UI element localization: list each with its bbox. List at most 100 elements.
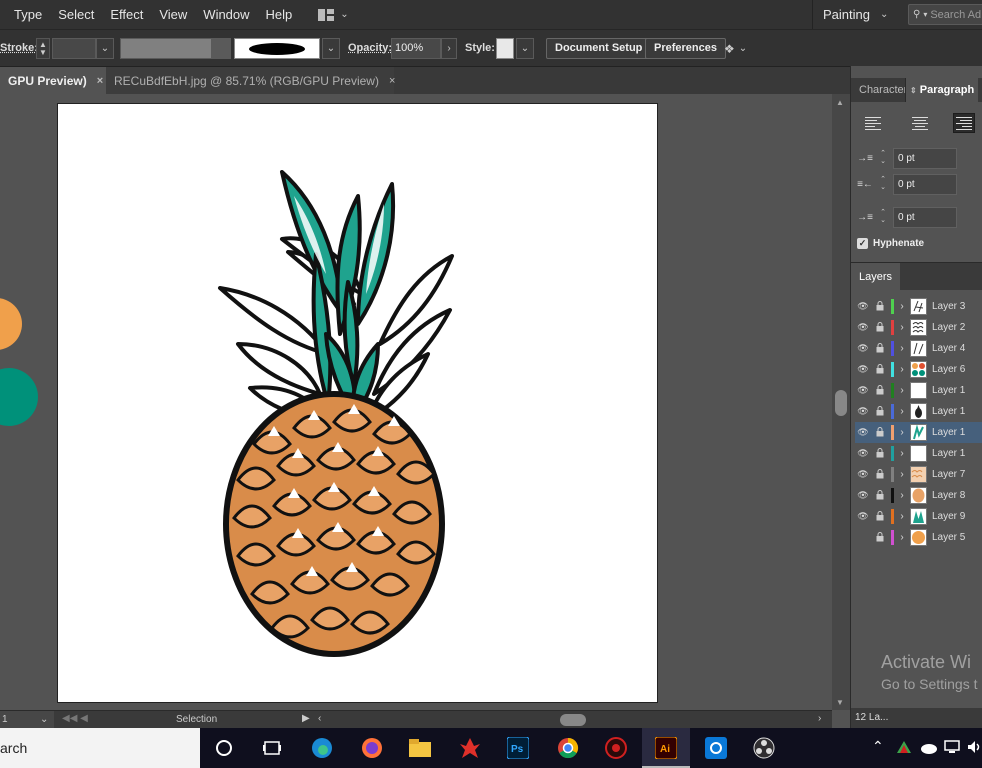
preferences-button[interactable]: Preferences xyxy=(645,38,726,59)
menu-effect[interactable]: Effect xyxy=(102,0,151,29)
workspace-switcher[interactable]: Painting ⌄ xyxy=(812,0,888,29)
align-center-button[interactable] xyxy=(909,113,931,133)
file-explorer-icon[interactable] xyxy=(406,734,434,762)
layer-row[interactable]: 👁 › Layer 8 xyxy=(855,485,982,506)
menu-view[interactable]: View xyxy=(151,0,195,29)
brush-definition[interactable] xyxy=(234,38,320,59)
visibility-eye-icon[interactable]: 👁 xyxy=(855,511,871,522)
layer-name[interactable]: Layer 1 xyxy=(932,385,965,396)
expand-arrow-icon[interactable]: › xyxy=(894,448,910,459)
tray-app-icon[interactable] xyxy=(896,740,912,754)
align-left-button[interactable] xyxy=(865,113,887,133)
visibility-eye-icon[interactable]: 👁 xyxy=(855,364,871,375)
brush-dropdown[interactable]: ⌄ xyxy=(322,38,340,59)
lock-icon[interactable] xyxy=(871,363,889,376)
expand-arrow-icon[interactable]: › xyxy=(894,532,910,543)
artboard[interactable] xyxy=(57,103,658,703)
status-menu-icon[interactable]: ▶ xyxy=(302,713,310,724)
layer-row[interactable]: 👁 › Layer 6 xyxy=(855,359,982,380)
layer-name[interactable]: Layer 1 xyxy=(932,427,965,438)
opacity-label[interactable]: Opacity: xyxy=(348,42,392,54)
layer-row[interactable]: › Layer 5 xyxy=(855,527,982,548)
layer-name[interactable]: Layer 4 xyxy=(932,343,965,354)
layer-row[interactable]: 👁 › Layer 7 xyxy=(855,464,982,485)
opacity-field[interactable]: 100% xyxy=(391,38,441,59)
expand-arrow-icon[interactable]: › xyxy=(894,490,910,501)
document-setup-button[interactable]: Document Setup xyxy=(546,38,652,59)
visibility-eye-icon[interactable]: 👁 xyxy=(855,385,871,396)
menu-window[interactable]: Window xyxy=(195,0,257,29)
expand-arrow-icon[interactable]: › xyxy=(894,427,910,438)
obs-icon[interactable] xyxy=(750,734,778,762)
tab-character[interactable]: Character xyxy=(855,78,911,102)
close-icon[interactable]: × xyxy=(389,75,395,87)
lock-icon[interactable] xyxy=(871,531,889,544)
hyphenate-option[interactable]: ✓ Hyphenate xyxy=(857,238,924,249)
visibility-eye-icon[interactable]: 👁 xyxy=(855,343,871,354)
layer-name[interactable]: Layer 9 xyxy=(932,511,965,522)
illustrator-icon[interactable]: Ai xyxy=(652,734,680,762)
artboard-nav-icon[interactable]: ◀◀ ◀ xyxy=(62,713,88,724)
pineapple-illustration[interactable] xyxy=(58,104,659,704)
cortana-icon[interactable] xyxy=(210,734,238,762)
lock-icon[interactable] xyxy=(871,342,889,355)
expand-arrow-icon[interactable]: › xyxy=(894,469,910,480)
lock-icon[interactable] xyxy=(871,447,889,460)
visibility-eye-icon[interactable]: 👁 xyxy=(855,406,871,417)
lock-icon[interactable] xyxy=(871,426,889,439)
visibility-eye-icon[interactable]: 👁 xyxy=(855,490,871,501)
layer-row[interactable]: 👁 › Layer 1 xyxy=(855,443,982,464)
expand-arrow-icon[interactable]: › xyxy=(894,301,910,312)
scroll-up-icon[interactable]: ▲ xyxy=(836,98,844,107)
first-line-indent-stepper[interactable]: ⌃ ⌄ xyxy=(877,207,889,227)
visibility-eye-icon[interactable]: 👁 xyxy=(855,469,871,480)
orange-circle-shape[interactable] xyxy=(0,298,22,350)
search-help-input[interactable]: ⚲ ▾ Search Ad xyxy=(908,4,982,25)
visibility-eye-icon[interactable]: 👁 xyxy=(855,322,871,333)
edge-icon[interactable] xyxy=(308,734,336,762)
scroll-left-icon[interactable]: ‹ xyxy=(318,713,321,724)
arrange-icon[interactable]: ❖ ⌄ xyxy=(724,38,754,59)
app-dark-icon[interactable] xyxy=(602,734,630,762)
menu-select[interactable]: Select xyxy=(50,0,102,29)
canvas-area[interactable] xyxy=(0,94,832,710)
layer-name[interactable]: Layer 8 xyxy=(932,490,965,501)
expand-arrow-icon[interactable]: › xyxy=(894,511,910,522)
left-indent-field[interactable]: 0 pt xyxy=(893,147,957,169)
scroll-right-icon[interactable]: › xyxy=(818,713,821,724)
lock-icon[interactable] xyxy=(871,468,889,481)
variable-width-profile[interactable] xyxy=(120,38,212,59)
hyphenate-checkbox[interactable]: ✓ xyxy=(857,238,868,249)
horizontal-scroll-thumb[interactable] xyxy=(560,714,586,726)
chrome-icon[interactable] xyxy=(554,734,582,762)
lock-icon[interactable] xyxy=(871,510,889,523)
opacity-arrow-button[interactable]: › xyxy=(441,38,457,59)
graphic-style-dropdown[interactable]: ⌄ xyxy=(516,38,534,59)
graphic-style-swatch[interactable] xyxy=(496,38,514,59)
right-indent-field[interactable]: 0 pt xyxy=(893,173,957,195)
layer-row[interactable]: 👁 › Layer 3 xyxy=(855,296,982,317)
align-right-button[interactable] xyxy=(953,113,975,133)
layer-row[interactable]: 👁 › Layer 9 xyxy=(855,506,982,527)
left-indent-stepper[interactable]: ⌃ ⌄ xyxy=(877,148,889,168)
layer-name[interactable]: Layer 7 xyxy=(932,469,965,480)
chevron-up-icon[interactable]: ⌃ xyxy=(872,738,884,755)
network-icon[interactable] xyxy=(944,739,960,760)
vertical-scrollbar[interactable]: ▲ ▼ xyxy=(832,94,850,710)
layer-name[interactable]: Layer 2 xyxy=(932,322,965,333)
close-icon[interactable]: × xyxy=(97,75,103,87)
expand-arrow-icon[interactable]: › xyxy=(894,322,910,333)
expand-arrow-icon[interactable]: › xyxy=(894,364,910,375)
stroke-weight-dropdown[interactable]: ⌄ xyxy=(96,38,114,59)
tab-active-document[interactable]: GPU Preview) × xyxy=(0,67,106,95)
layer-row[interactable]: 👁 › Layer 1 xyxy=(855,401,982,422)
layer-name[interactable]: Layer 5 xyxy=(932,532,965,543)
tab-layers[interactable]: Layers xyxy=(851,263,901,291)
scroll-thumb[interactable] xyxy=(835,390,847,416)
lock-icon[interactable] xyxy=(871,321,889,334)
task-view-icon[interactable] xyxy=(258,734,286,762)
visibility-eye-icon[interactable]: 👁 xyxy=(855,448,871,459)
layer-row[interactable]: 👁 › Layer 1 xyxy=(855,380,982,401)
taskbar-search[interactable]: arch xyxy=(0,728,200,768)
firefox-icon[interactable] xyxy=(358,734,386,762)
